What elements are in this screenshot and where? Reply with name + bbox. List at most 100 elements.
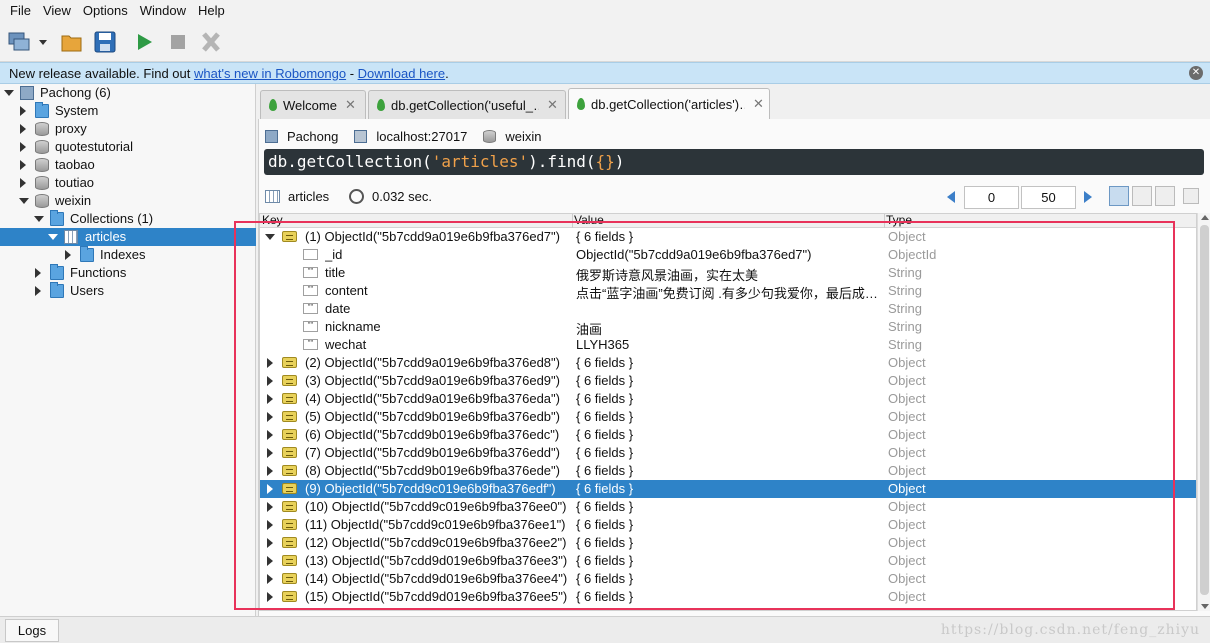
table-row[interactable]: (11) ObjectId("5b7cdd9c019e6b9fba376ee1"… [260,516,1196,534]
tree-item-quotestutorial[interactable]: quotestutorial [0,138,256,156]
table-row-selected[interactable]: (9) ObjectId("5b7cdd9c019e6b9fba376edf")… [260,480,1196,498]
table-row[interactable]: (8) ObjectId("5b7cdd9b019e6b9fba376ede")… [260,462,1196,480]
tab-useful[interactable]: db.getCollection('useful_… ✕ [368,90,566,119]
table-row[interactable]: "" nickname 油画 String [260,318,1196,337]
table-row[interactable]: (2) ObjectId("5b7cdd9a019e6b9fba376ed8")… [260,354,1196,372]
tree-item-proxy[interactable]: proxy [0,120,256,138]
table-row[interactable]: "" wechat LLYH365 String [260,336,1196,354]
scroll-thumb[interactable] [1200,225,1209,595]
column-value[interactable]: Value [574,214,604,227]
expand-icon[interactable] [267,358,273,368]
tree-item-weixin[interactable]: weixin [0,192,256,210]
scroll-down-icon[interactable] [1201,604,1209,609]
results-scrollbar[interactable] [1197,213,1210,611]
tree-item-taobao[interactable]: taobao [0,156,256,174]
whats-new-link[interactable]: what's new in Robomongo [194,66,346,81]
table-row[interactable]: (13) ObjectId("5b7cdd9d019e6b9fba376ee3"… [260,552,1196,570]
next-page-icon[interactable] [1084,191,1092,203]
table-row[interactable]: (4) ObjectId("5b7cdd9a019e6b9fba376eda")… [260,390,1196,408]
table-row[interactable]: (15) ObjectId("5b7cdd9d019e6b9fba376ee5"… [260,588,1196,606]
expand-icon[interactable] [267,430,273,440]
table-view-icon[interactable] [1132,186,1152,206]
close-tab-icon[interactable]: ✕ [345,97,356,113]
collapse-icon[interactable] [4,90,14,96]
tree-item-collections[interactable]: Collections (1) [0,210,256,228]
column-key[interactable]: Key [262,214,283,227]
menu-help[interactable]: Help [192,0,231,22]
expand-icon[interactable] [20,106,26,116]
expand-icon[interactable] [20,142,26,152]
expand-icon[interactable] [65,250,71,260]
close-tab-icon[interactable]: ✕ [547,97,558,113]
menu-view[interactable]: View [37,0,77,22]
logs-button[interactable]: Logs [5,619,59,642]
scroll-up-icon[interactable] [1201,215,1209,220]
tree-item-toutiao[interactable]: toutiao [0,174,256,192]
menu-file[interactable]: File [4,0,37,22]
close-tab-icon[interactable]: ✕ [753,96,764,112]
menu-options[interactable]: Options [77,0,134,22]
table-row[interactable]: (6) ObjectId("5b7cdd9b019e6b9fba376edc")… [260,426,1196,444]
tree-item-users[interactable]: Users [0,282,256,300]
tree-server-pachong[interactable]: Pachong (6) [0,84,256,102]
expand-icon[interactable] [267,592,273,602]
run-icon[interactable] [134,30,156,54]
text-view-icon[interactable] [1155,186,1175,206]
table-row[interactable]: (7) ObjectId("5b7cdd9b019e6b9fba376edd")… [260,444,1196,462]
tree-view-icon[interactable] [1109,186,1129,206]
expand-icon[interactable] [267,484,273,494]
skip-input[interactable]: 0 [964,186,1019,209]
table-row[interactable]: (5) ObjectId("5b7cdd9b019e6b9fba376edb")… [260,408,1196,426]
table-row[interactable]: "" content 点击“蓝字油画”免费订阅 .有多少句我爱你，最后成… St… [260,282,1196,301]
expand-icon[interactable] [20,124,26,134]
expand-icon[interactable] [20,178,26,188]
expand-icon[interactable] [35,268,41,278]
tab-articles[interactable]: db.getCollection('articles')… ✕ [568,88,770,119]
expand-icon[interactable] [267,502,273,512]
expand-icon[interactable] [267,520,273,530]
tree-item-functions[interactable]: Functions [0,264,256,282]
collapse-icon[interactable] [19,198,29,204]
table-row[interactable]: (1) ObjectId("5b7cdd9a019e6b9fba376ed7")… [260,228,1196,246]
menu-window[interactable]: Window [134,0,192,22]
maximize-icon[interactable] [1183,188,1199,204]
collapse-icon[interactable] [265,234,275,240]
rotate-icon[interactable] [198,30,224,54]
close-icon[interactable]: ✕ [1189,66,1203,80]
expand-icon[interactable] [267,538,273,548]
table-row[interactable]: "" date String [260,300,1196,318]
tree-item-indexes[interactable]: Indexes [0,246,256,264]
query-editor[interactable]: db.getCollection('articles').find({}) [264,149,1204,175]
expand-icon[interactable] [267,412,273,422]
expand-icon[interactable] [267,376,273,386]
expand-icon[interactable] [267,448,273,458]
stop-icon[interactable] [167,30,189,54]
tree-item-articles[interactable]: articles [0,228,256,246]
limit-input[interactable]: 50 [1021,186,1076,209]
table-row[interactable]: (10) ObjectId("5b7cdd9c019e6b9fba376ee0"… [260,498,1196,516]
expand-icon[interactable] [267,574,273,584]
tab-welcome[interactable]: Welcome ✕ [260,90,366,119]
collapse-icon[interactable] [34,216,44,222]
connect-icon[interactable] [8,30,48,54]
object-icon [282,393,297,404]
column-type[interactable]: Type [886,214,912,227]
collapse-icon[interactable] [48,234,58,240]
expand-icon[interactable] [267,556,273,566]
save-icon[interactable] [93,30,117,54]
expand-icon[interactable] [267,466,273,476]
table-row[interactable]: (14) ObjectId("5b7cdd9d019e6b9fba376ee4"… [260,570,1196,588]
table-row[interactable]: _id ObjectId("5b7cdd9a019e6b9fba376ed7")… [260,246,1196,264]
table-row[interactable]: (3) ObjectId("5b7cdd9a019e6b9fba376ed9")… [260,372,1196,390]
tree-item-system[interactable]: System [0,102,256,120]
expand-icon[interactable] [20,160,26,170]
expand-icon[interactable] [267,394,273,404]
table-row[interactable]: (12) ObjectId("5b7cdd9c019e6b9fba376ee2"… [260,534,1196,552]
row-type: String [888,283,922,298]
table-row[interactable]: "" title 俄罗斯诗意风景油画，实在太美 String [260,264,1196,283]
row-type: String [888,337,922,352]
open-folder-icon[interactable] [60,30,84,54]
previous-page-icon[interactable] [947,191,955,203]
expand-icon[interactable] [35,286,41,296]
download-link[interactable]: Download here [358,66,445,81]
